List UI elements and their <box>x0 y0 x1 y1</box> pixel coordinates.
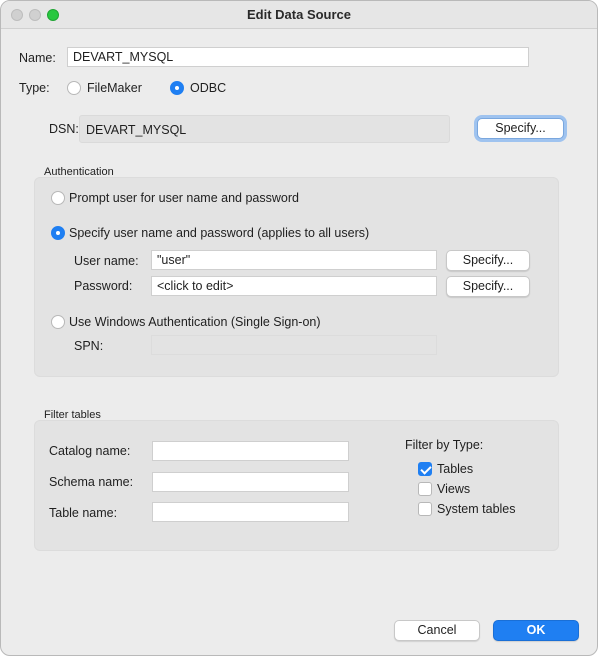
password-specify-button[interactable]: Specify... <box>446 276 530 297</box>
table-name-input[interactable] <box>152 502 349 522</box>
type-filemaker-radio[interactable] <box>67 81 81 95</box>
auth-specify-radio[interactable] <box>51 226 65 240</box>
auth-windows-radio[interactable] <box>51 315 65 329</box>
catalog-name-label: Catalog name: <box>49 444 131 458</box>
type-odbc-radio[interactable] <box>170 81 184 95</box>
dsn-specify-button[interactable]: Specify... <box>477 118 564 139</box>
window-title: Edit Data Source <box>246 7 352 22</box>
password-input[interactable] <box>151 276 437 296</box>
filter-system-tables-checkbox[interactable] <box>418 502 432 516</box>
cancel-button[interactable]: Cancel <box>394 620 480 641</box>
username-input[interactable] <box>151 250 437 270</box>
auth-windows-label[interactable]: Use Windows Authentication (Single Sign-… <box>69 315 321 329</box>
dsn-value: DEVART_MYSQL <box>79 115 450 143</box>
username-label: User name: <box>74 254 139 268</box>
auth-specify-label[interactable]: Specify user name and password (applies … <box>69 226 369 240</box>
filter-views-checkbox[interactable] <box>418 482 432 496</box>
filter-views-checkbox-label[interactable]: Views <box>437 482 470 496</box>
type-odbc-label[interactable]: ODBC <box>190 81 226 95</box>
filter-tables-checkbox[interactable] <box>418 462 432 476</box>
auth-prompt-label[interactable]: Prompt user for user name and password <box>69 191 299 205</box>
username-specify-button[interactable]: Specify... <box>446 250 530 271</box>
spn-input[interactable] <box>151 335 437 355</box>
filter-system-tables-checkbox-label[interactable]: System tables <box>437 502 516 516</box>
auth-prompt-radio[interactable] <box>51 191 65 205</box>
type-filemaker-label[interactable]: FileMaker <box>87 81 142 95</box>
table-name-label: Table name: <box>49 506 118 520</box>
spn-label: SPN: <box>74 339 104 353</box>
name-input[interactable] <box>67 47 529 67</box>
catalog-name-input[interactable] <box>152 441 349 461</box>
filter-tables-checkbox-label[interactable]: Tables <box>437 462 473 476</box>
edit-data-source-dialog: Edit Data Source Name: Type: FileMaker O… <box>0 0 598 656</box>
schema-name-input[interactable] <box>152 472 349 492</box>
type-label: Type: <box>19 81 50 95</box>
schema-name-label: Schema name: <box>49 475 134 489</box>
ok-button[interactable]: OK <box>493 620 579 641</box>
title-bar: Edit Data Source <box>1 1 597 29</box>
dsn-label: DSN: <box>49 122 79 136</box>
name-label: Name: <box>19 51 56 65</box>
filter-by-type-label: Filter by Type: <box>405 438 484 452</box>
password-label: Password: <box>74 279 133 293</box>
